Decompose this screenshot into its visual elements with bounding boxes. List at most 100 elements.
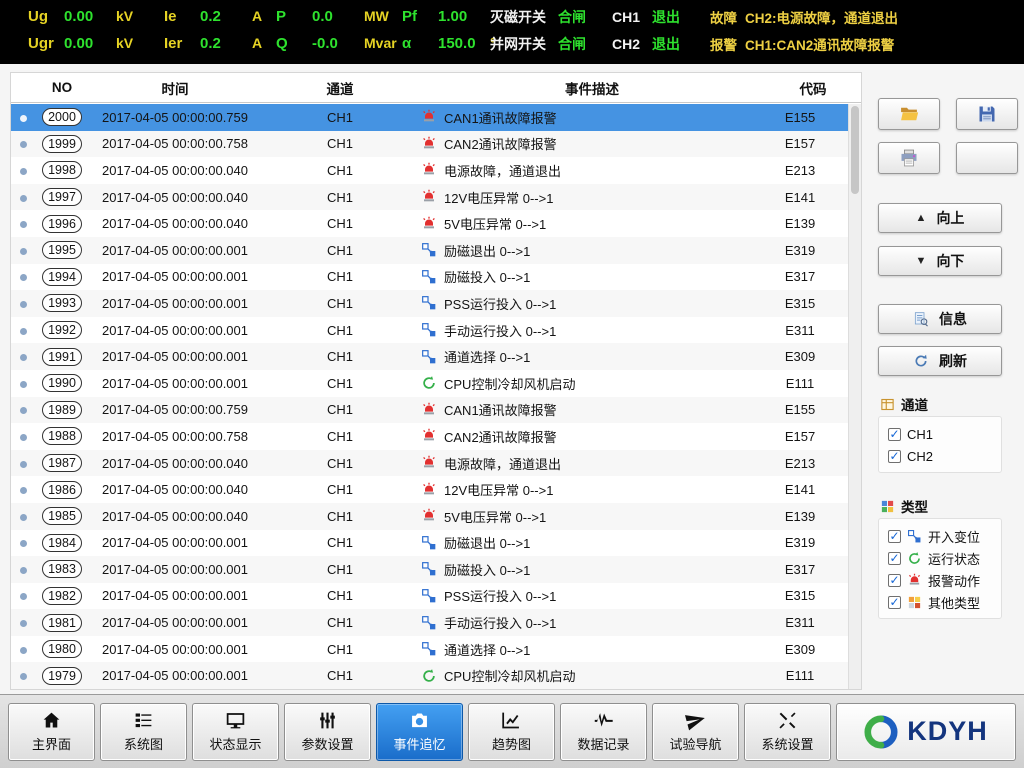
row-time: 2017-04-05 00:00:00.001 (89, 243, 261, 258)
save-icon (977, 104, 997, 124)
row-description: 5V电压异常 0-->1 (419, 507, 752, 526)
metric-value: 0.2 (200, 8, 252, 25)
nav-plane-button[interactable]: 试验导航 (652, 703, 739, 761)
row-description: 励磁退出 0-->1 (419, 533, 752, 552)
table-row[interactable]: 19912017-04-05 00:00:00.001CH1通道选择 0-->1… (11, 343, 848, 370)
table-row[interactable]: 19932017-04-05 00:00:00.001CH1PSS运行投入 0-… (11, 290, 848, 317)
table-row[interactable]: 19832017-04-05 00:00:00.001CH1励磁投入 0-->1… (11, 556, 848, 583)
table-row[interactable]: 19952017-04-05 00:00:00.001CH1励磁退出 0-->1… (11, 237, 848, 264)
metric-α: α150.0° (402, 35, 490, 53)
row-code: E111 (752, 668, 848, 683)
nav-trend-button[interactable]: 趋势图 (468, 703, 555, 761)
table-row[interactable]: 19892017-04-05 00:00:00.759CH1CAN1通讯故障报警… (11, 397, 848, 424)
nav-home-button[interactable]: 主界面 (8, 703, 95, 761)
topbar-row: Ug0.00kVIe0.2AP0.0MWPf1.00灭磁开关合闸CH1退出故障C… (0, 7, 1024, 27)
alarm-event-icon (421, 455, 437, 471)
refresh-button[interactable]: 刷新 (878, 346, 1002, 376)
table-row[interactable]: 19822017-04-05 00:00:00.001CH1PSS运行投入 0-… (11, 583, 848, 610)
table-row[interactable]: 19972017-04-05 00:00:00.040CH112V电压异常 0-… (11, 184, 848, 211)
checkbox[interactable]: ✓ (888, 428, 901, 441)
blank-button[interactable] (956, 142, 1018, 174)
row-no: 1994 (35, 268, 89, 286)
scrollbar-thumb[interactable] (851, 106, 859, 194)
alert-message: 故障CH2:电源故障，通道退出 (710, 7, 910, 27)
table-row[interactable]: 19962017-04-05 00:00:00.040CH15V电压异常 0--… (11, 210, 848, 237)
table-row[interactable]: 19982017-04-05 00:00:00.040CH1电源故障，通道退出E… (11, 157, 848, 184)
print-button[interactable] (878, 142, 940, 174)
row-description: CAN2通讯故障报警 (419, 427, 752, 446)
row-time: 2017-04-05 00:00:00.001 (89, 562, 261, 577)
tool-buttons (878, 98, 1018, 174)
checkbox[interactable]: ✓ (888, 530, 901, 543)
alarm-event-icon (421, 402, 437, 418)
row-code: E155 (752, 402, 848, 417)
nav-button-label: 状态显示 (209, 734, 261, 753)
up-button[interactable]: ▲ 向上 (878, 203, 1002, 233)
checkbox-item-开入变位[interactable]: ✓开入变位 (879, 526, 1001, 546)
table-row[interactable]: 19992017-04-05 00:00:00.758CH1CAN2通讯故障报警… (11, 131, 848, 158)
table-row[interactable]: 19812017-04-05 00:00:00.001CH1手动运行投入 0--… (11, 609, 848, 636)
row-time: 2017-04-05 00:00:00.001 (89, 269, 261, 284)
metric-unit: kV (116, 8, 133, 24)
table-row[interactable]: 20002017-04-05 00:00:00.759CH1CAN1通讯故障报警… (11, 104, 848, 131)
checkbox-label: CH1 (907, 427, 933, 442)
nav-wave-button[interactable]: 数据记录 (560, 703, 647, 761)
event-table-body: 20002017-04-05 00:00:00.759CH1CAN1通讯故障报警… (11, 104, 848, 689)
table-row[interactable]: 19882017-04-05 00:00:00.758CH1CAN2通讯故障报警… (11, 423, 848, 450)
metric-label: Pf (402, 8, 438, 25)
info-button[interactable]: 信息 (878, 304, 1002, 334)
alarm-event-icon (421, 428, 437, 444)
checkbox[interactable]: ✓ (888, 552, 901, 565)
table-row[interactable]: 19922017-04-05 00:00:00.001CH1手动运行投入 0--… (11, 317, 848, 344)
nav-monitor-button[interactable]: 状态显示 (192, 703, 279, 761)
table-row[interactable]: 19942017-04-05 00:00:00.001CH1励磁投入 0-->1… (11, 264, 848, 291)
input-event-icon (421, 588, 437, 604)
status-icon (907, 551, 922, 566)
checkbox[interactable]: ✓ (888, 596, 901, 609)
checkbox-item-运行状态[interactable]: ✓运行状态 (879, 548, 1001, 568)
row-no: 1984 (35, 534, 89, 552)
open-button[interactable] (878, 98, 940, 130)
vertical-scrollbar[interactable] (848, 104, 861, 689)
table-row[interactable]: 19852017-04-05 00:00:00.040CH15V电压异常 0--… (11, 503, 848, 530)
other-icon (907, 595, 922, 610)
checkbox-item-CH2[interactable]: ✓CH2 (879, 446, 1001, 466)
nav-tools-button[interactable]: 系统设置 (744, 703, 831, 761)
row-description: 手动运行投入 0-->1 (419, 321, 752, 340)
nav-params-button[interactable]: 参数设置 (284, 703, 371, 761)
channel-table-icon (880, 397, 895, 412)
row-no: 1998 (35, 161, 89, 179)
topbar-row: Ugr0.00kVIer0.2AQ-0.0Mvarα150.0°并网开关合闸CH… (0, 34, 1024, 54)
table-row[interactable]: 19872017-04-05 00:00:00.040CH1电源故障，通道退出E… (11, 450, 848, 477)
checkbox-item-其他类型[interactable]: ✓其他类型 (879, 592, 1001, 612)
wave-icon (593, 710, 614, 731)
row-time: 2017-04-05 00:00:00.040 (89, 456, 261, 471)
row-bullet-icon (11, 668, 35, 683)
metric-value: 0.0 (312, 8, 364, 25)
checkbox-item-CH1[interactable]: ✓ CH1 (879, 424, 1001, 444)
row-channel: CH1 (261, 190, 419, 205)
nav-sys-button[interactable]: 系统图 (100, 703, 187, 761)
save-button[interactable] (956, 98, 1018, 130)
nav-camera-button[interactable]: 事件追忆 (376, 703, 463, 761)
down-button[interactable]: ▼ 向下 (878, 246, 1002, 276)
nav-button-label: 参数设置 (301, 734, 353, 753)
table-row[interactable]: 19862017-04-05 00:00:00.040CH112V电压异常 0-… (11, 476, 848, 503)
checkbox[interactable]: ✓ (888, 450, 901, 463)
table-row[interactable]: 19802017-04-05 00:00:00.001CH1通道选择 0-->1… (11, 636, 848, 663)
checkbox[interactable]: ✓ (888, 574, 901, 587)
metric-unit: Mvar (364, 35, 397, 51)
row-bullet-icon (11, 110, 35, 125)
row-channel: CH1 (261, 323, 419, 338)
type-group-title: 类型 (880, 496, 928, 516)
refresh-button-label: 刷新 (939, 351, 967, 371)
row-bullet-icon (11, 482, 35, 497)
row-channel: CH1 (261, 349, 419, 364)
row-description: 励磁投入 0-->1 (419, 267, 752, 286)
table-row[interactable]: 19792017-04-05 00:00:00.001CH1CPU控制冷却风机启… (11, 662, 848, 689)
table-row[interactable]: 19842017-04-05 00:00:00.001CH1励磁退出 0-->1… (11, 530, 848, 557)
checkbox-item-报警动作[interactable]: ✓报警动作 (879, 570, 1001, 590)
down-button-label: 向下 (936, 251, 964, 271)
monitor-icon (225, 710, 246, 731)
table-row[interactable]: 19902017-04-05 00:00:00.001CH1CPU控制冷却风机启… (11, 370, 848, 397)
